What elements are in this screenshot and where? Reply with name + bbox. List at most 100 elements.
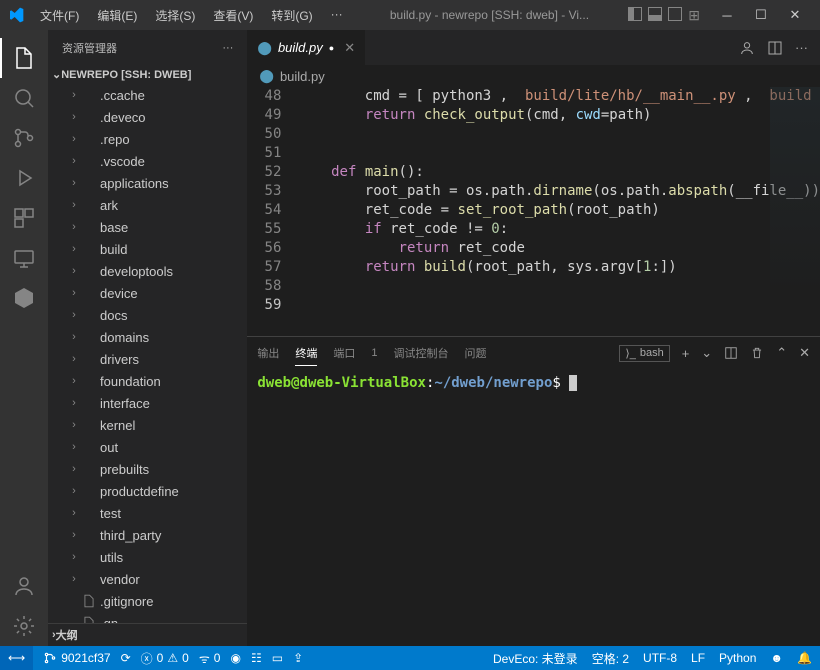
tree-item[interactable]: ›.ccache — [52, 84, 247, 106]
tree-item[interactable]: ›foundation — [52, 370, 247, 392]
notifications-icon[interactable]: 🔔 — [797, 650, 812, 667]
terminal-shell-select[interactable]: ⟩_ bash — [619, 345, 669, 362]
tree-item[interactable]: ›device — [52, 282, 247, 304]
close-button[interactable]: ✕ — [778, 0, 812, 30]
run-debug-icon[interactable] — [0, 158, 48, 198]
code-line[interactable]: if ret_code != 0: — [297, 220, 820, 239]
more-actions-icon[interactable]: ··· — [795, 40, 808, 56]
tree-item[interactable]: ›vendor — [52, 568, 247, 590]
minimap[interactable] — [770, 87, 820, 297]
code-line[interactable]: return ret_code — [297, 239, 820, 258]
terminal[interactable]: dweb@dweb-VirtualBox:~/dweb/newrepo$ — [247, 369, 820, 646]
panel-tab[interactable]: 调试控制台 — [394, 341, 449, 365]
tree-item[interactable]: ›kernel — [52, 414, 247, 436]
encoding-status[interactable]: UTF-8 — [643, 650, 677, 667]
panel-tab[interactable]: 端口 — [333, 341, 355, 365]
panel-right-icon[interactable] — [668, 7, 682, 21]
close-panel-icon[interactable]: ✕ — [799, 345, 810, 361]
tree-item[interactable]: ›docs — [52, 304, 247, 326]
source-control-icon[interactable] — [0, 118, 48, 158]
menu-item[interactable]: ··· — [323, 3, 351, 28]
tree-item[interactable]: ›ark — [52, 194, 247, 216]
code-editor[interactable]: 484950515253545556575859 cmd = [ python3… — [247, 87, 820, 336]
panel-bottom-icon[interactable] — [648, 7, 662, 21]
indentation-status[interactable]: 空格: 2 — [592, 650, 629, 667]
tree-item[interactable]: ›.repo — [52, 128, 247, 150]
code-line[interactable]: return check_output(cmd, cwd=path) — [297, 106, 820, 125]
tree-item[interactable]: ›prebuilts — [52, 458, 247, 480]
code-line[interactable]: root_path = os.path.dirname(os.path.absp… — [297, 182, 820, 201]
file-tree[interactable]: ›.ccache›.deveco›.repo›.vscode›applicati… — [48, 84, 247, 623]
minimize-button[interactable]: ─ — [710, 0, 744, 30]
code-line[interactable]: return build(root_path, sys.argv[1:]) — [297, 258, 820, 277]
code-line[interactable] — [297, 125, 820, 144]
menu-item[interactable]: 文件(F) — [32, 3, 87, 28]
tree-item[interactable]: ›interface — [52, 392, 247, 414]
tree-item[interactable]: ›build — [52, 238, 247, 260]
layout-grid-icon[interactable]: ⊞ — [688, 7, 700, 24]
tree-item[interactable]: .gn — [52, 612, 247, 623]
tree-item[interactable]: ›applications — [52, 172, 247, 194]
panel-left-icon[interactable] — [628, 7, 642, 21]
split-terminal-icon[interactable] — [724, 346, 738, 360]
menu-item[interactable]: 选择(S) — [147, 3, 203, 28]
menu-item[interactable]: 查看(V) — [205, 3, 261, 28]
tree-icon[interactable]: ☷ — [251, 651, 262, 665]
code-line[interactable]: cmd = [ python3 , build/lite/hb/__main__… — [297, 87, 820, 106]
extensions-icon[interactable] — [0, 198, 48, 238]
tree-item[interactable]: ›third_party — [52, 524, 247, 546]
feedback-icon[interactable]: ☻ — [770, 650, 783, 667]
panel-tab[interactable]: 问题 — [465, 341, 487, 365]
maximize-panel-icon[interactable]: ⌃ — [776, 345, 787, 361]
menu-item[interactable]: 编辑(E) — [89, 3, 145, 28]
split-editor-icon[interactable] — [767, 40, 783, 56]
accounts-icon[interactable] — [0, 566, 48, 606]
language-mode[interactable]: Python — [719, 650, 756, 667]
remote-indicator[interactable]: ⟷ — [0, 646, 33, 670]
settings-gear-icon[interactable] — [0, 606, 48, 646]
problems-status[interactable]: ⓧ 0 ⚠ 0 — [141, 650, 189, 667]
code-line[interactable]: ret_code = set_root_path(root_path) — [297, 201, 820, 220]
code-line[interactable]: def main(): — [297, 163, 820, 182]
tree-item[interactable]: ›developtools — [52, 260, 247, 282]
radio-icon[interactable]: ◉ — [230, 651, 240, 665]
cloud-icon[interactable] — [0, 278, 48, 318]
ports-status[interactable]: ᯤ 0 — [199, 650, 221, 667]
code-content[interactable]: cmd = [ python3 , build/lite/hb/__main__… — [297, 87, 820, 336]
tree-item[interactable]: ›productdefine — [52, 480, 247, 502]
outline-section[interactable]: › 大纲 — [48, 623, 247, 646]
explorer-icon[interactable] — [0, 38, 48, 78]
code-line[interactable] — [297, 277, 820, 296]
tree-item[interactable]: ›.vscode — [52, 150, 247, 172]
trash-icon[interactable] — [750, 346, 764, 360]
tree-item[interactable]: ›base — [52, 216, 247, 238]
tree-item[interactable]: ›domains — [52, 326, 247, 348]
tab-build-py[interactable]: ⬤ build.py ● ✕ — [247, 30, 366, 65]
remote-explorer-icon[interactable] — [0, 238, 48, 278]
panel-tab[interactable]: 1 — [371, 343, 377, 363]
tree-item[interactable]: ›.deveco — [52, 106, 247, 128]
account-icon[interactable] — [739, 40, 755, 56]
breadcrumb[interactable]: ⬤ build.py — [247, 65, 820, 87]
tree-item[interactable]: .gitignore — [52, 590, 247, 612]
panel-tab[interactable]: 输出 — [257, 341, 279, 365]
eol-status[interactable]: LF — [691, 650, 705, 667]
new-terminal-icon[interactable]: + — [682, 346, 690, 361]
panel-tab[interactable]: 终端 — [295, 341, 317, 366]
git-branch[interactable]: 9021cf37 — [43, 651, 110, 665]
tree-item[interactable]: ›utils — [52, 546, 247, 568]
chevron-down-icon[interactable]: ⌄ — [701, 345, 712, 361]
close-tab-icon[interactable]: ✕ — [344, 40, 355, 56]
tree-item[interactable]: ›test — [52, 502, 247, 524]
book-icon[interactable]: ▭ — [272, 651, 283, 665]
deveco-status[interactable]: DevEco: 未登录 — [493, 650, 578, 667]
maximize-button[interactable]: ☐ — [744, 0, 778, 30]
share-icon[interactable]: ⇪ — [293, 651, 303, 665]
sync-icon[interactable]: ⟳ — [121, 651, 131, 665]
more-icon[interactable]: ··· — [222, 42, 233, 54]
tree-item[interactable]: ›drivers — [52, 348, 247, 370]
tree-item[interactable]: ›out — [52, 436, 247, 458]
search-icon[interactable] — [0, 78, 48, 118]
code-line[interactable] — [297, 144, 820, 163]
workspace-section-header[interactable]: ⌄ NEWREPO [SSH: DWEB] — [48, 65, 247, 84]
